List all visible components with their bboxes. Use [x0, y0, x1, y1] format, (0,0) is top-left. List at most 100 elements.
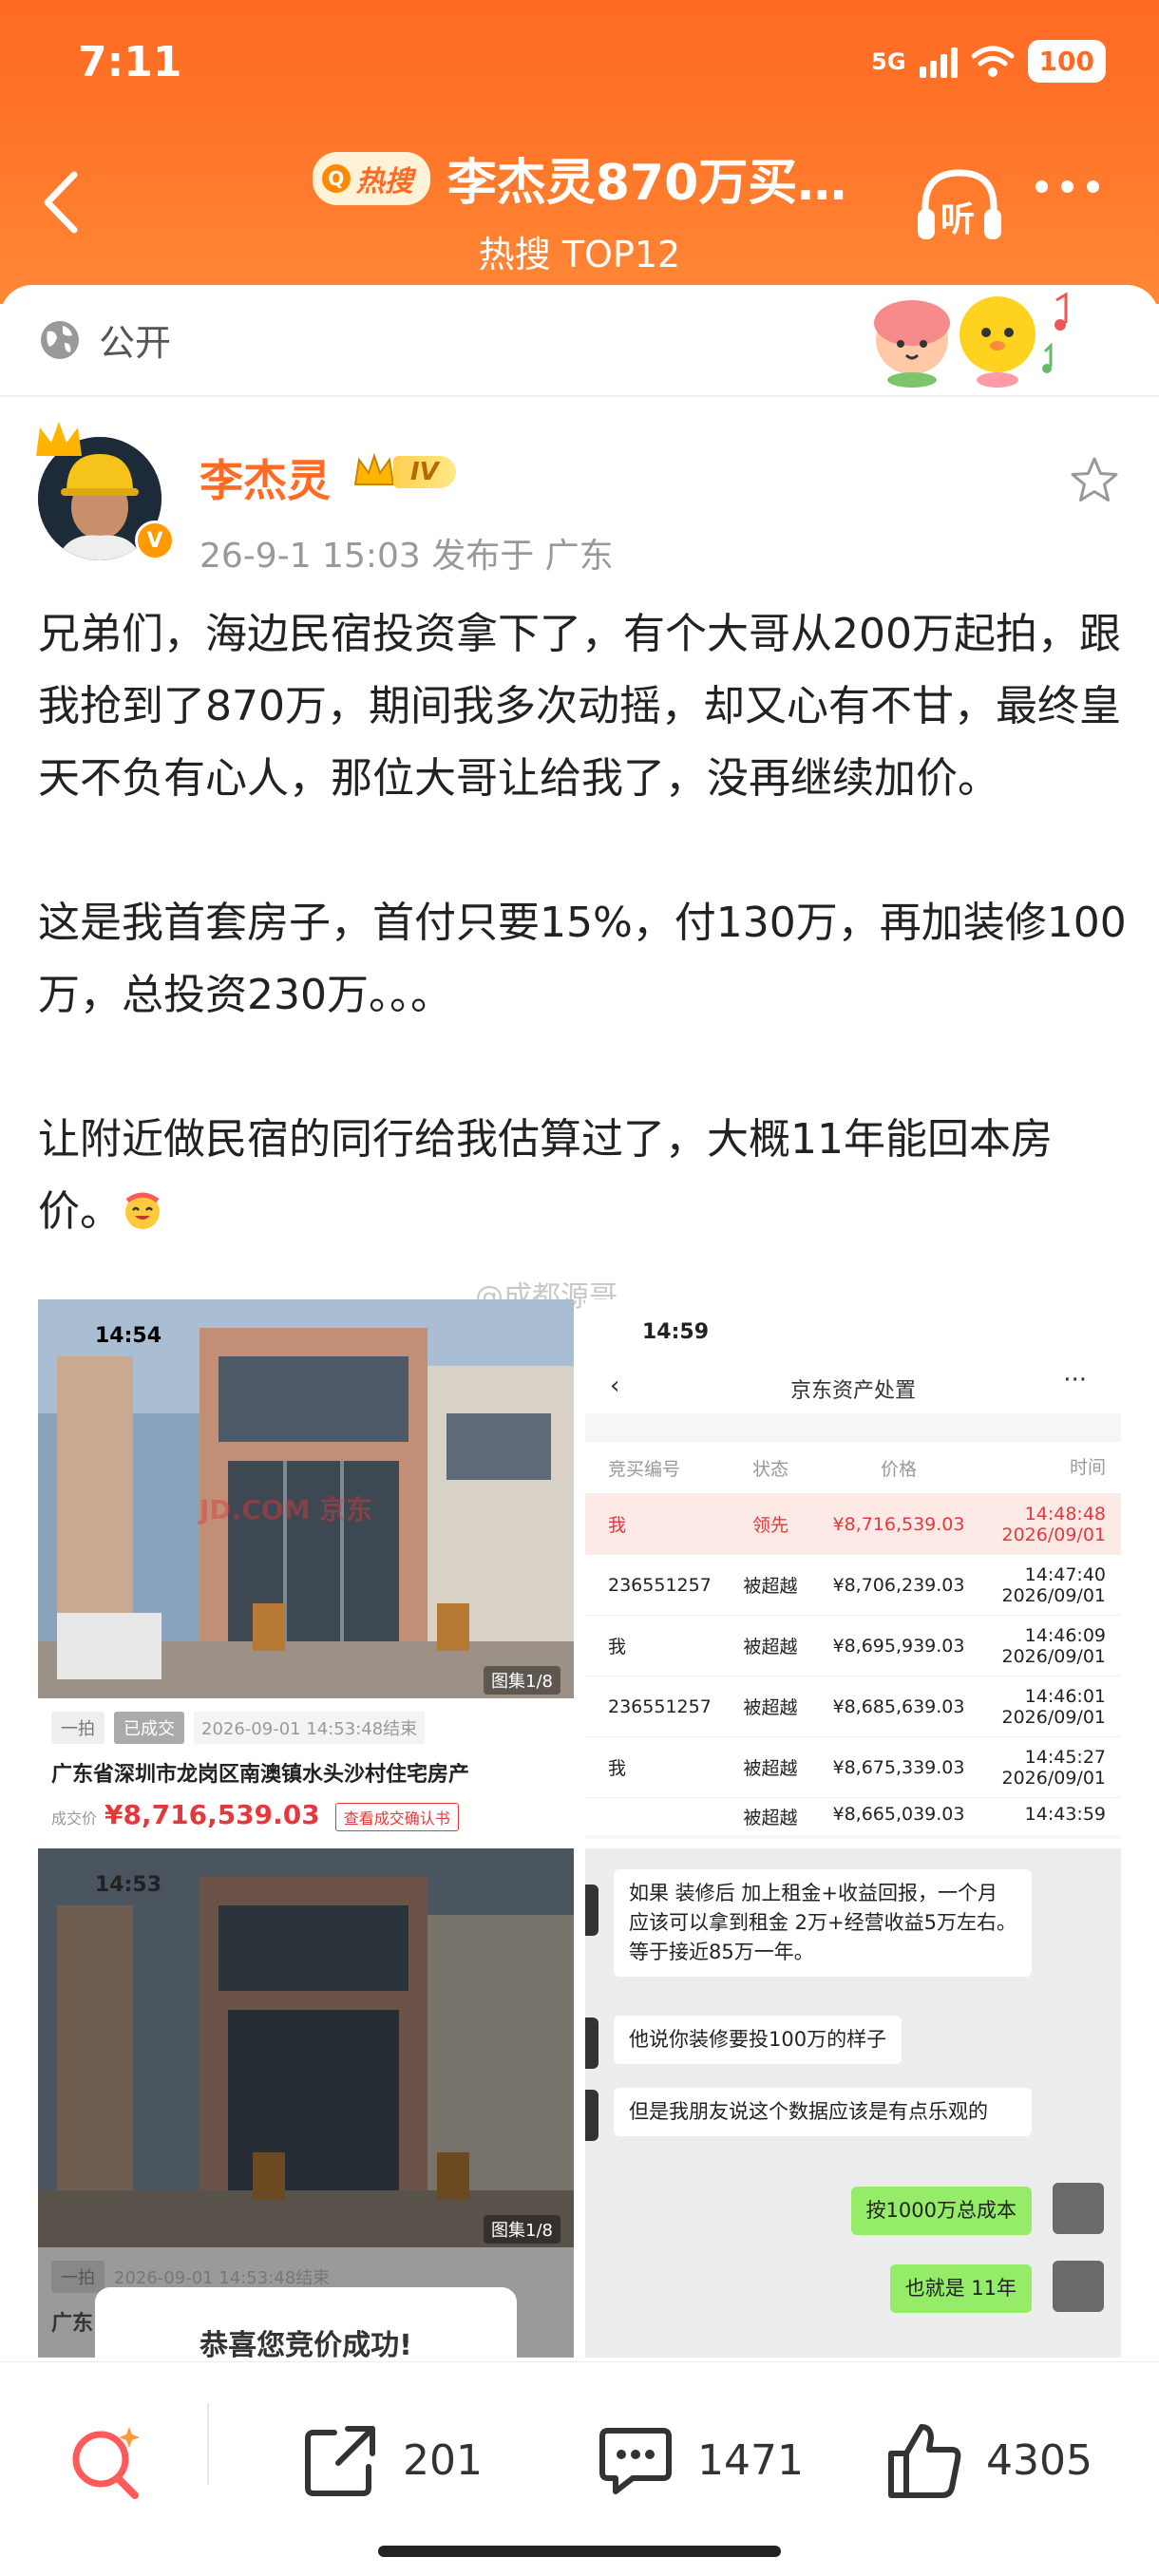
table-row: 我 被超越 ¥8,695,939.03 14:46:09 2026/09/01 — [585, 1615, 1121, 1676]
share-button[interactable]: 201 — [300, 2419, 483, 2501]
author-avatar[interactable]: V — [30, 418, 175, 560]
author-name[interactable]: 李杰灵 — [200, 446, 331, 509]
more-options-icon[interactable] — [1036, 180, 1099, 193]
post-body: 兄弟们，海边民宿投资拿下了，有个大哥从200万起拍，跟我抢到了870万，期间我多… — [38, 598, 1130, 1248]
image-tile-chat[interactable]: 如果 装修后 加上租金+收益回报，一个月应该可以拿到租金 2万+经营收益5万左右… — [585, 1848, 1121, 2358]
bid-price: ¥8,665,039.03 — [832, 1804, 965, 1825]
ai-search-icon — [72, 2427, 140, 2499]
thumbs-up-icon — [888, 2424, 961, 2498]
bid-id: 我 — [608, 1637, 627, 1657]
bid-status: 被超越 — [743, 1637, 798, 1657]
share-icon — [305, 2426, 375, 2496]
bottom-action-bar: 201 1471 4305 — [0, 2361, 1159, 2576]
chat-message: 如果 装修后 加上租金+收益回报，一个月应该可以拿到租金 2万+经营收益5万左右… — [614, 1869, 1032, 1977]
deal-end-time: 2026-09-01 14:53:48结束 — [194, 1712, 426, 1744]
bid-success-popup: 恭喜您竞价成功! — [95, 2287, 517, 2358]
mascot-sticker-icon — [874, 292, 1068, 388]
bid-time-clock: 14:46:09 — [1024, 1624, 1106, 1646]
hot-search-tag[interactable]: Q 热搜 — [312, 151, 430, 205]
deal-done-tag: 已成交 — [114, 1712, 184, 1744]
crown-level-icon — [353, 452, 395, 485]
like-count: 4305 — [986, 2435, 1092, 2485]
bid-price: ¥8,695,939.03 — [832, 1635, 965, 1657]
more-dots-icon: ··· — [1063, 1366, 1087, 1394]
visibility-bar: 公开 — [38, 313, 171, 366]
deal-price: ¥8,716,539.03 — [104, 1799, 320, 1830]
image-tile-bid-records[interactable]: 14:59 ‹ 京东资产处置 ··· 竞买编号 状态 价格 时间 我 领先 ¥8… — [585, 1299, 1121, 1839]
home-indicator[interactable] — [378, 2546, 781, 2557]
globe-icon — [41, 320, 79, 359]
listen-button[interactable]: 听 — [912, 163, 1007, 249]
tile-status-time: 14:53 — [95, 1873, 162, 1897]
hot-search-label: 热搜 — [355, 164, 413, 199]
bid-time: 14:47:40 2026/09/01 — [984, 1564, 1121, 1606]
status-time: 7:11 — [78, 38, 182, 86]
view-certificate-button: 查看成交确认书 — [334, 1803, 459, 1831]
like-button[interactable]: 4305 — [884, 2419, 1092, 2501]
bid-time-clock: 14:48:48 — [1024, 1503, 1106, 1525]
bid-price: ¥8,706,239.03 — [832, 1574, 965, 1596]
table-row: 被超越 ¥8,665,039.03 14:43:59 — [585, 1797, 1121, 1835]
bid-status: 被超越 — [743, 1697, 798, 1718]
post-paragraph: 兄弟们，海边民宿投资拿下了，有个大哥从200万起拍，跟我抢到了870万，期间我多… — [38, 610, 1121, 803]
battery-indicator: 100 — [1027, 40, 1106, 83]
status-icons: 5G 100 — [871, 40, 1106, 83]
crown-icon — [36, 422, 82, 456]
share-count: 201 — [403, 2435, 483, 2485]
bid-time: 14:46:09 2026/09/01 — [984, 1625, 1121, 1667]
search-icon: Q — [321, 163, 351, 193]
bid-table: 竞买编号 状态 价格 时间 我 领先 ¥8,716,539.03 14:48:4… — [585, 1442, 1121, 1835]
happy-face-emoji-icon — [125, 1192, 160, 1229]
bid-price: ¥8,675,339.03 — [832, 1756, 965, 1778]
bid-id: 我 — [608, 1758, 627, 1779]
comment-count: 1471 — [697, 2435, 804, 2485]
bid-status: 领先 — [751, 1515, 788, 1536]
ai-search-button[interactable] — [65, 2419, 146, 2501]
tile-status-time: 14:54 — [95, 1324, 162, 1348]
col-header-id: 竞买编号 — [608, 1458, 681, 1480]
bid-status: 被超越 — [743, 1758, 798, 1779]
popup-title: 恭喜您竞价成功! — [200, 2329, 412, 2358]
table-row: 236551257 被超越 ¥8,706,239.03 14:47:40 2026… — [585, 1554, 1121, 1615]
signal-icon — [919, 46, 958, 78]
post-paragraph: 这是我首套房子，首付只要15%，付130万，再加装修100万，总投资230万。。… — [38, 899, 1127, 1019]
gallery-count-badge: 图集1/8 — [484, 2215, 560, 2244]
bid-time-date: 2026/09/01 — [1001, 1584, 1106, 1606]
member-level-badge[interactable]: IV — [352, 452, 456, 492]
page-title: 李杰灵870万买… — [446, 155, 847, 212]
bottom-separator — [207, 2403, 209, 2485]
bid-time: 14:43:59 — [1024, 1804, 1106, 1825]
chat-message: 按1000万总成本 — [850, 2187, 1032, 2235]
bid-id: 236551257 — [608, 1695, 712, 1717]
col-header-time: 时间 — [1069, 1457, 1106, 1478]
bid-time-date: 2026/09/01 — [1001, 1767, 1106, 1789]
post-meta: 26-9-1 15:03 发布于 广东 — [200, 537, 614, 576]
chat-avatar-right — [1053, 2261, 1104, 2312]
tile-status-time: 14:59 — [642, 1320, 710, 1344]
star-favorite-icon[interactable] — [1068, 454, 1121, 507]
bid-time-clock: 14:47:40 — [1024, 1563, 1106, 1585]
bid-time-date: 2026/09/01 — [1001, 1524, 1106, 1545]
image-watermark-jd: JD.COM 京东 — [200, 1494, 373, 1525]
chat-message: 但是我朋友说这个数据应该是有点乐观的 — [614, 2088, 1032, 2136]
image-tile-success[interactable]: 14:53 图集1/8 一拍 2026-09-01 14:53:48结束 广东 — [38, 1848, 574, 2358]
col-header-status: 状态 — [751, 1458, 788, 1480]
round-tag: 一拍 — [51, 1712, 104, 1744]
table-row: 我 领先 ¥8,716,539.03 14:48:48 2026/09/01 — [585, 1493, 1121, 1554]
jd-app-header: 14:59 ‹ 京东资产处置 ··· — [585, 1299, 1121, 1413]
listing-info: 一拍 已成交 2026-09-01 14:53:48结束 广东省深圳市龙岗区南澳… — [38, 1698, 574, 1839]
wifi-icon — [971, 46, 1015, 77]
chat-message: 他说你装修要投100万的样子 — [614, 2016, 902, 2064]
top-header: 7:11 5G 100 Q 热搜 李杰灵870万买… 热搜 TOP12 听 — [0, 0, 1159, 304]
bid-time-clock: 14:45:27 — [1024, 1746, 1106, 1768]
comment-button[interactable]: 1471 — [595, 2419, 804, 2501]
chat-avatar-left — [585, 1885, 598, 1936]
round-tag: 一拍 — [51, 2261, 104, 2293]
bid-price: ¥8,716,539.03 — [832, 1513, 965, 1535]
image-tile-listing[interactable]: 14:54 JD.COM 京东 图集1/8 一拍 已成交 2026-09-01 … — [38, 1299, 574, 1839]
table-row: 236551257 被超越 ¥8,685,639.03 14:46:01 2026… — [585, 1676, 1121, 1736]
gallery-count-badge: 图集1/8 — [484, 1666, 560, 1695]
section-divider — [0, 395, 1159, 397]
chat-avatar-right — [1053, 2183, 1104, 2234]
price-label: 成交价 — [51, 1809, 98, 1828]
